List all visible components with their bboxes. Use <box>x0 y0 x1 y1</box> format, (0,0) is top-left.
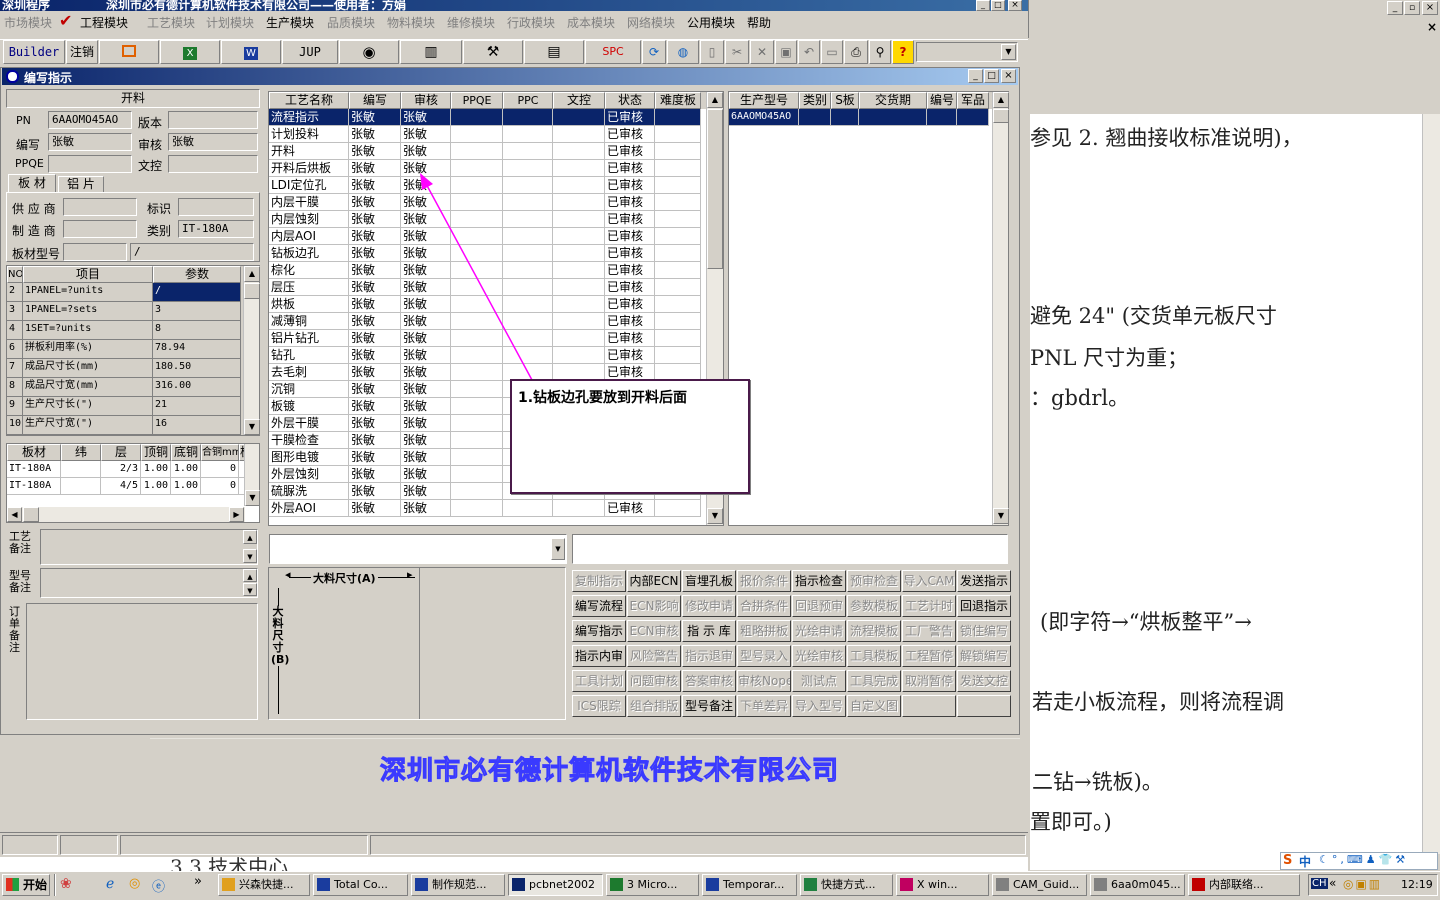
task-label: Temporar... <box>723 878 785 891</box>
quicklaunch-app-icon[interactable]: ❀ <box>60 876 72 892</box>
start-button[interactable]: 开始 <box>2 874 50 896</box>
annotation-text: 1.钻板边孔要放到开料后面 <box>518 390 688 406</box>
quicklaunch-more-icon[interactable]: » <box>194 874 202 889</box>
task-label: 快捷方式... <box>821 878 876 891</box>
taskbar-task[interactable]: 制作规范... <box>411 874 505 896</box>
task-app-icon <box>1192 878 1205 891</box>
task-label: CAM_Guid... <box>1013 878 1080 891</box>
task-label: 3 Micro... <box>627 878 678 891</box>
task-app-icon <box>415 878 428 891</box>
taskbar-task[interactable]: CAM_Guid... <box>992 874 1087 896</box>
task-label: 兴森快捷... <box>239 878 294 891</box>
tray-icons: ◎▣▥ <box>1343 877 1383 891</box>
task-app-icon <box>317 878 330 891</box>
task-label: 制作规范... <box>432 878 487 891</box>
browser-icon[interactable]: ⓔ <box>152 876 165 895</box>
task-app-icon <box>1094 878 1107 891</box>
tray-expand-icon[interactable]: « <box>1329 876 1336 890</box>
taskbar-task[interactable]: 3 Micro... <box>606 874 699 896</box>
task-app-icon <box>804 878 817 891</box>
system-tray: CH « ◎▣▥ 12:19 <box>1308 874 1438 896</box>
arrow-head <box>420 173 433 190</box>
annotation-box: 1.钻板边孔要放到开料后面 <box>510 379 750 494</box>
taskbar-task[interactable]: 兴森快捷... <box>218 874 310 896</box>
task-label: pcbnet2002 <box>529 878 596 891</box>
task-app-icon <box>996 878 1009 891</box>
taskbar-task[interactable]: Temporar... <box>702 874 797 896</box>
taskbar-task[interactable]: pcbnet2002 <box>508 874 603 896</box>
taskbar-task[interactable]: X win... <box>896 874 989 896</box>
arrow-line <box>423 179 533 381</box>
taskbar-task[interactable]: Total Co... <box>313 874 408 896</box>
ie-icon[interactable]: ℯ <box>106 876 114 892</box>
task-app-icon <box>222 878 235 891</box>
task-label: 6aa0m045... <box>1111 878 1181 891</box>
start-label: 开始 <box>23 878 48 892</box>
tray-lang[interactable]: CH <box>1311 878 1328 889</box>
task-app-icon <box>900 878 913 891</box>
windows-logo-icon <box>6 878 19 891</box>
task-label: X win... <box>917 878 958 891</box>
task-label: Total Co... <box>334 878 388 891</box>
quicklaunch-divider <box>54 874 56 896</box>
outlook-icon[interactable]: ◎ <box>129 876 140 891</box>
task-label: 内部联络... <box>1209 878 1264 891</box>
taskbar-task[interactable]: 快捷方式... <box>800 874 893 896</box>
task-app-icon <box>512 878 525 891</box>
task-app-icon <box>706 878 719 891</box>
taskbar-task[interactable]: 6aa0m045... <box>1090 874 1185 896</box>
task-app-icon <box>610 878 623 891</box>
taskbar-task[interactable]: 内部联络... <box>1188 874 1300 896</box>
tray-clock: 12:19 <box>1401 878 1433 891</box>
